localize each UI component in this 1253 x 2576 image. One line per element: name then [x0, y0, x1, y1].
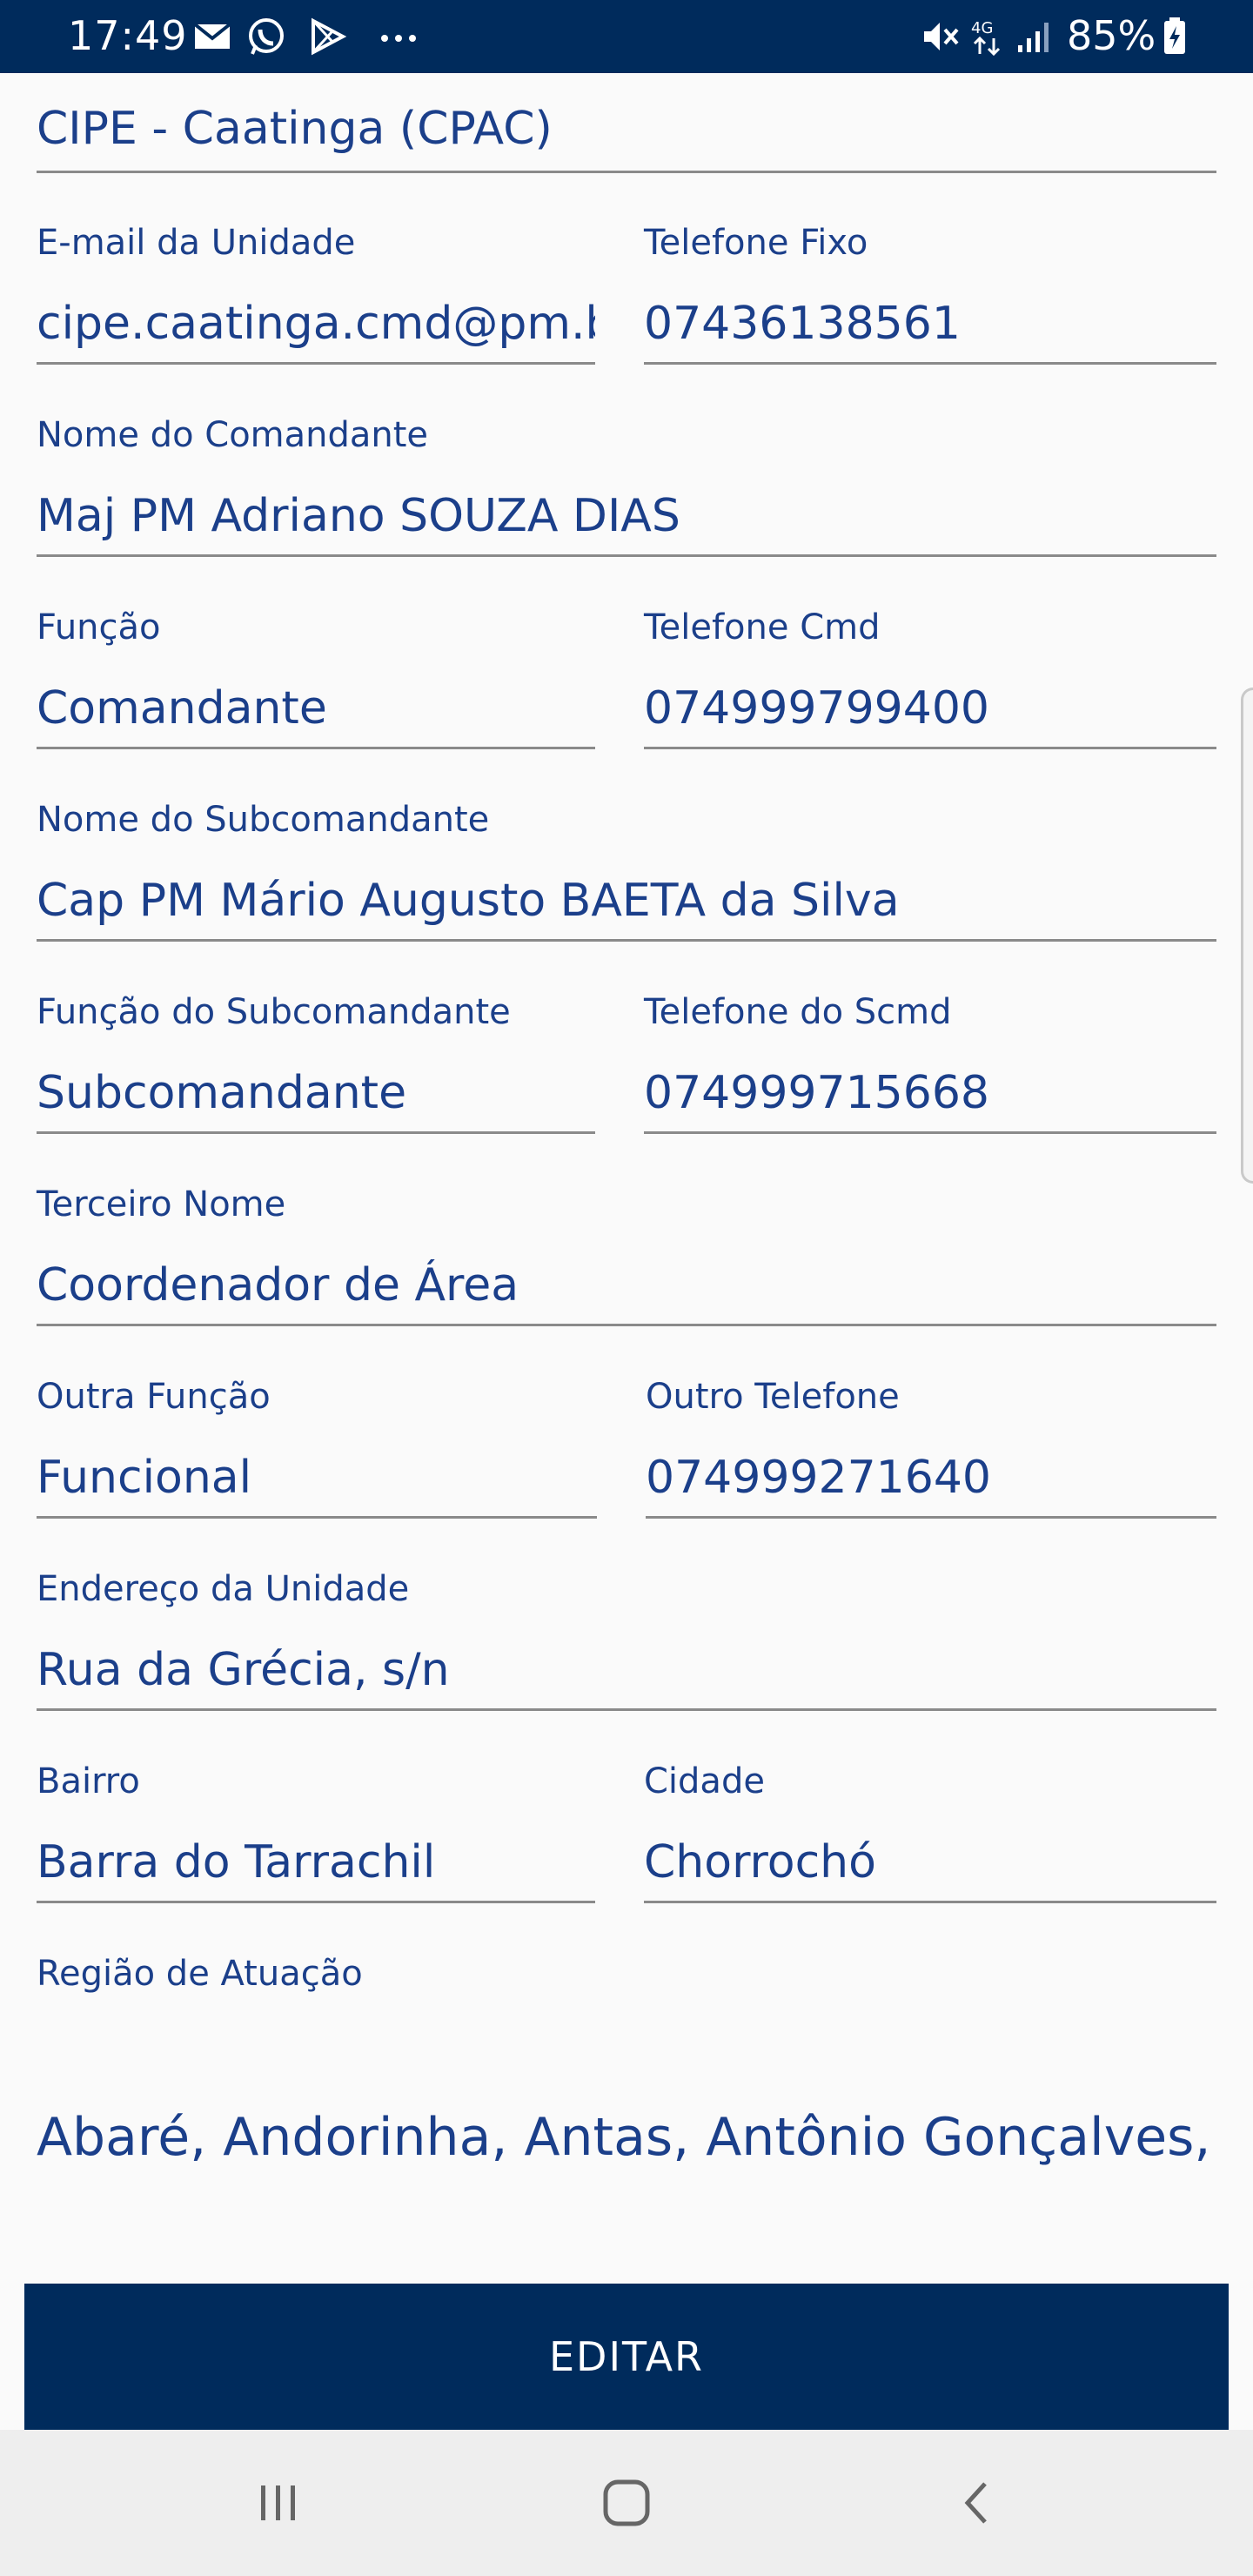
role-underline	[37, 747, 595, 749]
back-button[interactable]	[935, 2459, 1022, 2546]
other-role-value: Funcional	[37, 1452, 252, 1504]
phone-fixed-value: 07436138561	[644, 298, 961, 350]
address-label: Endereço da Unidade	[37, 1569, 410, 1609]
city-value: Chorrochó	[644, 1836, 876, 1888]
play-store-icon	[312, 17, 347, 56]
subcommander-phone-label: Telefone do Scmd	[644, 992, 952, 1032]
other-phone-label: Outro Telefone	[646, 1377, 900, 1417]
subcommander-name-label: Nome do Subcomandante	[37, 800, 490, 840]
scroll-handle[interactable]	[1241, 688, 1253, 1184]
status-time: 17:49	[68, 12, 188, 59]
unit-name-underline	[37, 171, 1216, 173]
recent-apps-button[interactable]	[235, 2459, 322, 2546]
email-value: cipe.caatinga.cmd@pm.ba.	[37, 298, 595, 350]
commander-name-label: Nome do Comandante	[37, 415, 429, 455]
subcommander-phone-underline	[644, 1131, 1216, 1134]
other-role-label: Outra Função	[37, 1377, 271, 1417]
city-label: Cidade	[644, 1761, 765, 1801]
mute-icon	[924, 23, 959, 50]
address-underline	[37, 1708, 1216, 1711]
role-value: Comandante	[37, 682, 327, 735]
back-icon	[964, 2482, 987, 2524]
commander-name-value: Maj PM Adriano SOUZA DIAS	[37, 490, 680, 542]
phone-fixed-label: Telefone Fixo	[644, 223, 868, 263]
email-underline	[37, 362, 595, 365]
address-value: Rua da Grécia, s/n	[37, 1644, 450, 1696]
navigation-bar	[0, 2430, 1253, 2576]
other-phone-underline	[646, 1516, 1216, 1519]
subcommander-role-value: Subcomandante	[37, 1067, 407, 1119]
region-value: Abaré, Andorinha, Antas, Antônio Gonçalv…	[37, 2107, 1216, 2168]
subcommander-name-value: Cap PM Mário Augusto BAETA da Silva	[37, 875, 900, 927]
unit-name-value: CIPE - Caatinga (CPAC)	[37, 103, 553, 155]
mail-icon	[193, 23, 231, 49]
subcommander-role-label: Função do Subcomandante	[37, 992, 511, 1032]
email-label: E-mail da Unidade	[37, 223, 356, 263]
signal-icon	[1018, 23, 1049, 52]
third-name-underline	[37, 1324, 1216, 1326]
edit-button[interactable]: EDITAR	[24, 2284, 1229, 2430]
whatsapp-icon	[249, 18, 284, 55]
home-button[interactable]	[583, 2459, 670, 2546]
battery-charging-icon	[1164, 17, 1185, 54]
commander-name-underline	[37, 554, 1216, 557]
subcommander-name-underline	[37, 939, 1216, 942]
subcommander-phone-value: 074999715668	[644, 1067, 990, 1119]
subcommander-role-underline	[37, 1131, 595, 1134]
city-underline	[644, 1901, 1216, 1903]
commander-phone-underline	[644, 747, 1216, 749]
home-icon	[603, 2479, 650, 2526]
network-label: 4G	[971, 19, 993, 37]
commander-phone-value: 074999799400	[644, 682, 990, 735]
region-label: Região de Atuação	[37, 1954, 363, 1994]
role-label: Função	[37, 607, 161, 647]
neighborhood-underline	[37, 1901, 595, 1903]
third-name-label: Terceiro Nome	[37, 1184, 286, 1224]
third-name-value: Coordenador de Área	[37, 1259, 519, 1311]
neighborhood-value: Barra do Tarrachil	[37, 1836, 436, 1888]
battery-percentage: 85%	[1067, 12, 1156, 59]
status-bar: 17:49 4G 85%	[0, 0, 1253, 73]
commander-phone-label: Telefone Cmd	[644, 607, 881, 647]
network-4g-icon: 4G	[971, 19, 1001, 57]
phone-fixed-underline	[644, 362, 1216, 365]
other-phone-value: 074999271640	[646, 1452, 992, 1504]
more-dots-icon	[381, 35, 416, 42]
neighborhood-label: Bairro	[37, 1761, 140, 1801]
recent-apps-icon	[261, 2485, 295, 2520]
other-role-underline	[37, 1516, 597, 1519]
